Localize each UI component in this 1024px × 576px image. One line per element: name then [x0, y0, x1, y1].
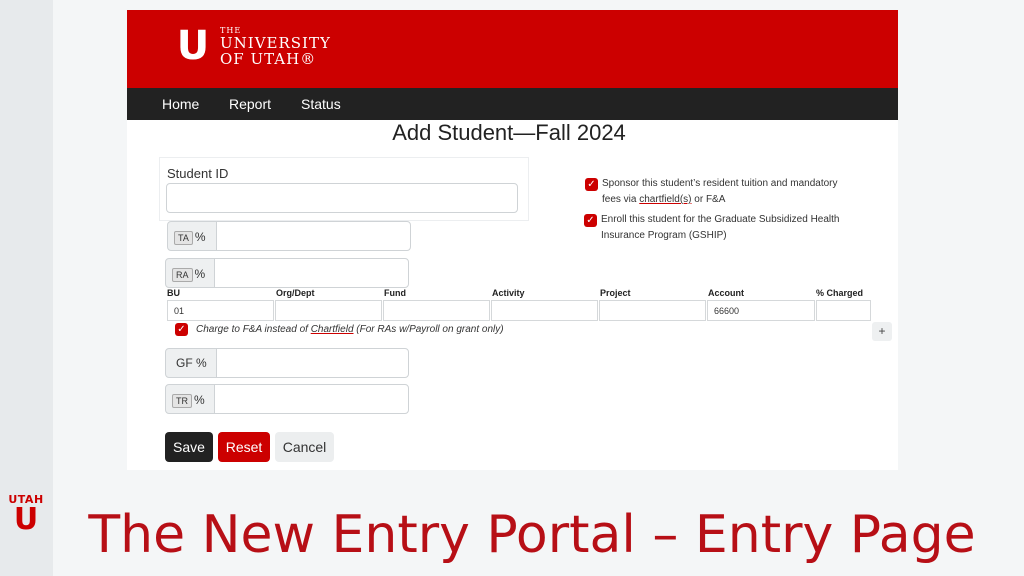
nav-status[interactable]: Status: [301, 96, 341, 112]
nav-home[interactable]: Home: [162, 96, 199, 112]
university-banner: U THE UNIVERSITY OF UTAH®: [127, 10, 898, 88]
student-id-input[interactable]: [166, 183, 518, 213]
bu-input[interactable]: 01: [167, 300, 274, 321]
ra-tag: RA: [172, 267, 193, 282]
ta-pct: %: [194, 230, 206, 244]
tr-percent-input[interactable]: [214, 384, 409, 414]
tr-addon: TR%: [165, 384, 215, 414]
ra-percent-input[interactable]: [214, 258, 409, 288]
col-header-activity: Activity: [492, 288, 525, 298]
ta-addon: TA%: [167, 221, 217, 251]
slide-title: The New Entry Portal – Entry Page: [88, 505, 976, 565]
col-header-fund: Fund: [384, 288, 406, 298]
sponsor-checkbox[interactable]: ✓: [585, 178, 598, 191]
account-input[interactable]: 66600: [707, 300, 815, 321]
university-wordmark: THE UNIVERSITY OF UTAH®: [220, 26, 331, 67]
org-dept-input[interactable]: [275, 300, 382, 321]
charge-fa-checkbox[interactable]: ✓: [175, 323, 188, 336]
ra-addon: RA%: [165, 258, 215, 288]
page-title: Add Student—Fall 2024: [392, 120, 626, 145]
charge-fa-chartfield: Chartfield: [310, 324, 354, 335]
nav-bar: Home Report Status: [127, 88, 898, 120]
charge-fa-text-a: Charge to F&A instead of: [196, 324, 311, 335]
percent-charged-input[interactable]: [816, 300, 871, 321]
col-header-org-dept: Org/Dept: [276, 288, 315, 298]
wordmark-of-utah: OF UTAH®: [220, 50, 317, 68]
col-header-account: Account: [708, 288, 744, 298]
sponsor-line-2: fees via chartfield(s) or F&A: [602, 192, 882, 208]
nav-report[interactable]: Report: [229, 96, 271, 112]
enroll-line-2: Insurance Program (GSHIP): [601, 230, 727, 241]
ra-pct: %: [194, 267, 206, 281]
sponsor-text: Sponsor this student’s resident tuition …: [602, 176, 882, 208]
cancel-button[interactable]: Cancel: [275, 432, 334, 462]
tr-tag: TR: [172, 393, 192, 408]
sponsor-line-2c: or F&A: [691, 194, 726, 205]
col-header-percent-charged: % Charged: [816, 288, 864, 298]
col-header-bu: BU: [167, 288, 180, 298]
gf-addon: GF %: [165, 348, 217, 378]
block-u-logo: U: [176, 23, 210, 69]
save-button[interactable]: Save: [165, 432, 213, 462]
add-row-button[interactable]: +: [872, 322, 892, 341]
ta-percent-input[interactable]: [216, 221, 411, 251]
gf-percent-input[interactable]: [216, 348, 409, 378]
sponsor-line-1: Sponsor this student’s resident tuition …: [602, 178, 838, 189]
enroll-gship-checkbox[interactable]: ✓: [584, 214, 597, 227]
tr-pct: %: [194, 393, 205, 407]
sponsor-line-2a: fees via: [602, 194, 640, 205]
col-header-project: Project: [600, 288, 631, 298]
project-input[interactable]: [599, 300, 706, 321]
enroll-text: Enroll this student for the Graduate Sub…: [601, 212, 881, 244]
fund-input[interactable]: [383, 300, 490, 321]
charge-fa-text-c: (For RAs w/Payroll on grant only): [353, 324, 504, 335]
left-accent-bar: [0, 0, 53, 576]
reset-button[interactable]: Reset: [218, 432, 270, 462]
sponsor-chartfield-link: chartfield(s): [639, 194, 692, 205]
enroll-line-1: Enroll this student for the Graduate Sub…: [601, 214, 840, 225]
charge-fa-text: Charge to F&A instead of Chartfield (For…: [196, 322, 504, 338]
activity-input[interactable]: [491, 300, 598, 321]
wordmark-university: UNIVERSITY: [220, 34, 331, 52]
ta-tag: TA: [174, 230, 193, 245]
student-id-label: Student ID: [167, 166, 229, 181]
